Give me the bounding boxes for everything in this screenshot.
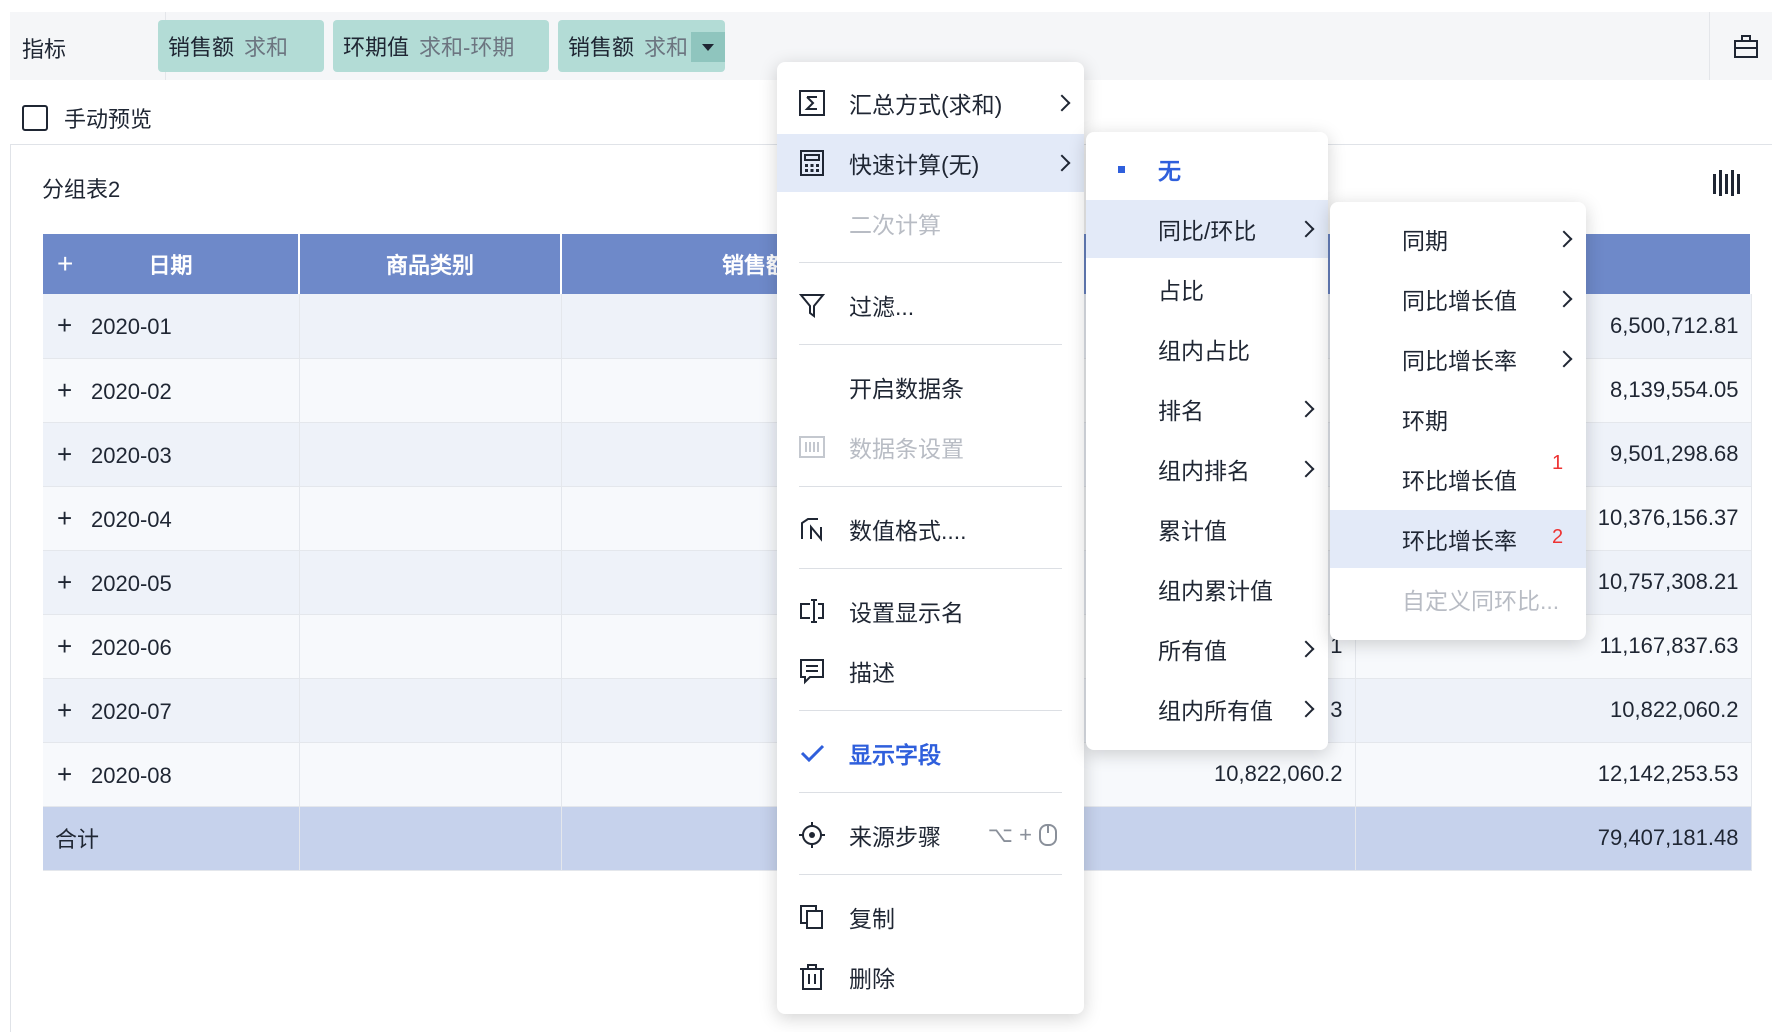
number-format-icon xyxy=(797,514,827,544)
submenu-item-previous-period[interactable]: 环期 xyxy=(1330,390,1586,448)
chevron-right-icon xyxy=(1297,460,1315,478)
menu-item-enable-databar[interactable]: 开启数据条 xyxy=(777,358,1084,416)
submenu-item-group-cumulative[interactable]: 组内累计值 xyxy=(1086,560,1328,618)
quick-calc-submenu: 无 同比/环比 占比 组内占比 排名 组内排名 累计值 组内累计值 所有值 组内… xyxy=(1086,132,1328,750)
field-pill-sales-sum-active[interactable]: 销售额 求和 xyxy=(558,20,725,72)
menu-divider xyxy=(799,262,1062,263)
panel-title: 分组表2 xyxy=(42,177,121,202)
dropdown-arrow-icon[interactable] xyxy=(691,32,725,62)
submenu-item-yoy-mom[interactable]: 同比/环比 xyxy=(1086,200,1328,258)
submenu-item-yoy-growth-rate[interactable]: 同比增长率 xyxy=(1330,330,1586,388)
chevron-right-icon xyxy=(1297,400,1315,418)
chevron-right-icon xyxy=(1053,94,1071,112)
menu-item-source-step[interactable]: 来源步骤 ⌥ + xyxy=(777,806,1084,864)
chevron-right-icon xyxy=(1297,220,1315,238)
expand-all-icon[interactable]: + xyxy=(57,248,73,280)
pill-field-name: 销售额 xyxy=(568,35,635,60)
manual-preview-toggle[interactable]: 手动预览 xyxy=(22,102,152,134)
menu-item-number-format[interactable]: 数值格式.... xyxy=(777,500,1084,558)
databar-icon xyxy=(797,432,827,462)
selected-dot-icon xyxy=(1118,165,1125,173)
expand-icon[interactable]: + xyxy=(57,503,79,534)
calculator-icon xyxy=(797,148,827,178)
menu-divider xyxy=(799,568,1062,569)
pill-agg: 求和 xyxy=(644,35,689,60)
pill-agg: 求和 xyxy=(244,35,289,60)
menu-item-description[interactable]: 描述 xyxy=(777,642,1084,700)
field-context-menu: 汇总方式(求和) 快速计算(无) 二次计算 过滤... 开启数据条 数据条设置 … xyxy=(777,62,1084,1014)
menu-item-copy[interactable]: 复制 xyxy=(777,888,1084,946)
submenu-item-custom-yoy: 自定义同环比... xyxy=(1402,588,1560,614)
menu-item-filter[interactable]: 过滤... xyxy=(777,276,1084,334)
menu-item-delete[interactable]: 删除 xyxy=(777,948,1084,1006)
submenu-item-group-rank[interactable]: 组内排名 xyxy=(1086,440,1328,498)
shortcut-hint: ⌥ + xyxy=(988,822,1058,848)
submenu-item-yoy-growth-value[interactable]: 同比增长值 xyxy=(1330,270,1586,328)
target-icon xyxy=(797,820,827,850)
step-badge-2: 2 xyxy=(1552,526,1564,548)
pill-agg: 求和-环期 xyxy=(419,35,515,60)
filter-icon xyxy=(797,290,827,320)
chevron-right-icon xyxy=(1555,230,1573,248)
submenu-item-group-proportion[interactable]: 组内占比 xyxy=(1086,320,1328,378)
check-icon xyxy=(797,738,827,768)
mouse-icon xyxy=(1039,824,1057,846)
expand-icon[interactable]: + xyxy=(57,695,79,726)
chevron-right-icon xyxy=(1555,350,1573,368)
field-pill-period-value[interactable]: 环期值 求和-环期 xyxy=(333,20,549,72)
submenu-item-none[interactable]: 无 xyxy=(1086,140,1328,198)
menu-item-aggregation[interactable]: 汇总方式(求和) xyxy=(777,74,1084,132)
submenu-item-mom-growth-value[interactable]: 环比增长值 1 xyxy=(1330,450,1586,508)
divider xyxy=(1709,12,1710,80)
pill-field-name: 环期值 xyxy=(343,35,410,60)
copy-icon xyxy=(797,902,827,932)
step-badge-1: 1 xyxy=(1552,452,1564,474)
chevron-right-icon xyxy=(1297,640,1315,658)
submenu-item-rank[interactable]: 排名 xyxy=(1086,380,1328,438)
submenu-item-group-all-values[interactable]: 组内所有值 xyxy=(1086,680,1328,738)
expand-icon[interactable]: + xyxy=(57,375,79,406)
header-category[interactable]: 商品类别 xyxy=(299,234,562,294)
rename-icon xyxy=(797,596,827,626)
chevron-right-icon xyxy=(1053,154,1071,172)
menu-divider xyxy=(799,486,1062,487)
pill-field-name: 销售额 xyxy=(168,35,235,60)
menu-item-secondary-calc: 二次计算 xyxy=(849,212,941,238)
chevron-right-icon xyxy=(1297,700,1315,718)
description-icon xyxy=(797,656,827,686)
expand-icon[interactable]: + xyxy=(57,310,79,341)
submenu-item-cumulative[interactable]: 累计值 xyxy=(1086,500,1328,558)
menu-item-show-field[interactable]: 显示字段 xyxy=(777,724,1084,782)
barcode-chart-icon[interactable] xyxy=(1712,170,1740,196)
menu-divider xyxy=(799,344,1062,345)
submenu-item-all-values[interactable]: 所有值 xyxy=(1086,620,1328,678)
manual-preview-label: 手动预览 xyxy=(64,107,153,132)
menu-divider xyxy=(799,874,1062,875)
menu-item-display-name[interactable]: 设置显示名 xyxy=(777,582,1084,640)
menu-divider xyxy=(799,792,1062,793)
indicator-label: 指标 xyxy=(22,37,67,62)
expand-icon[interactable]: + xyxy=(57,759,79,790)
menu-item-databar-settings: 数据条设置 xyxy=(777,418,1084,476)
expand-icon[interactable]: + xyxy=(57,631,79,662)
submenu-item-proportion[interactable]: 占比 xyxy=(1086,260,1328,318)
sigma-icon xyxy=(797,88,827,118)
header-date[interactable]: + 日期 xyxy=(43,234,300,294)
menu-divider xyxy=(799,710,1062,711)
chevron-right-icon xyxy=(1555,290,1573,308)
yoy-mom-submenu: 同期 同比增长值 同比增长率 环期 环比增长值 1 环比增长率 2 自定义同环比… xyxy=(1330,202,1586,640)
toolbox-icon[interactable] xyxy=(1732,32,1760,60)
expand-icon[interactable]: + xyxy=(57,439,79,470)
trash-icon xyxy=(797,962,827,992)
field-pill-sales-sum[interactable]: 销售额 求和 xyxy=(158,20,324,72)
expand-icon[interactable]: + xyxy=(57,567,79,598)
submenu-item-same-period[interactable]: 同期 xyxy=(1330,210,1586,268)
submenu-item-mom-growth-rate[interactable]: 环比增长率 2 xyxy=(1330,510,1586,568)
menu-item-quick-calc[interactable]: 快速计算(无) xyxy=(777,134,1084,192)
manual-preview-checkbox[interactable] xyxy=(22,105,48,131)
